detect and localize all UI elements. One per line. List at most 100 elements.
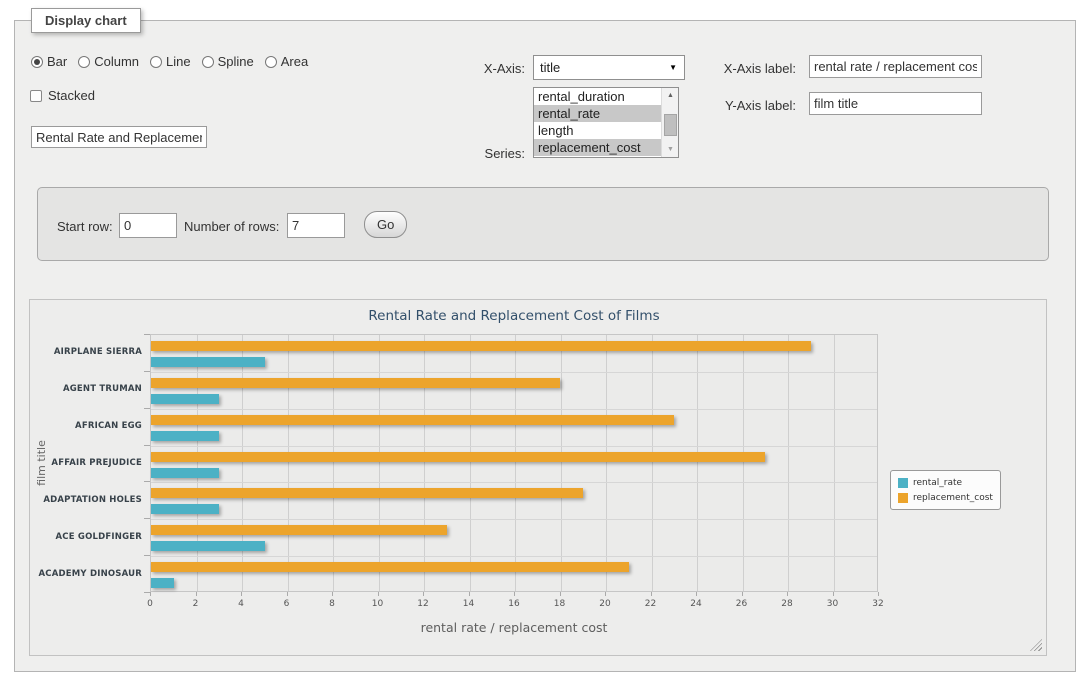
category-label: AGENT TRUMAN bbox=[30, 371, 142, 408]
bar-replacement_cost[interactable] bbox=[151, 488, 583, 498]
y-axis-tick bbox=[144, 334, 150, 335]
bar-rental_rate[interactable] bbox=[151, 541, 265, 551]
x-axis-label-field-label: X-Axis label: bbox=[675, 61, 796, 76]
radio-label: Bar bbox=[47, 54, 67, 69]
bar-rental_rate[interactable] bbox=[151, 504, 219, 514]
fieldset-legend: Display chart bbox=[31, 8, 141, 33]
bar-replacement_cost[interactable] bbox=[151, 525, 447, 535]
stacked-checkbox[interactable] bbox=[30, 90, 42, 102]
chart-title-input[interactable] bbox=[31, 126, 207, 148]
x-tick-label: 24 bbox=[681, 599, 711, 609]
chart-container: Rental Rate and Replacement Cost of Film… bbox=[29, 299, 1047, 656]
bar-rental_rate[interactable] bbox=[151, 468, 219, 478]
y-axis-tick bbox=[144, 371, 150, 372]
stacked-checkbox-row[interactable]: Stacked bbox=[30, 88, 95, 103]
gridline bbox=[424, 335, 425, 591]
gridline bbox=[470, 335, 471, 591]
x-axis-title: rental rate / replacement cost bbox=[150, 620, 878, 635]
x-axis-tick bbox=[696, 592, 697, 596]
chart-type-radio-column[interactable]: Column bbox=[78, 54, 139, 69]
x-axis-tick bbox=[150, 592, 151, 596]
bar-rental_rate[interactable] bbox=[151, 431, 219, 441]
gridline bbox=[697, 335, 698, 591]
gridline bbox=[333, 335, 334, 591]
x-axis-tick bbox=[560, 592, 561, 596]
chart-type-radio-group: Bar Column Line Spline Area bbox=[31, 54, 319, 69]
gridline bbox=[151, 556, 877, 557]
x-axis-tick bbox=[423, 592, 424, 596]
x-tick-label: 20 bbox=[590, 599, 620, 609]
category-label: AFRICAN EGG bbox=[30, 408, 142, 445]
bar-replacement_cost[interactable] bbox=[151, 415, 674, 425]
bar-rental_rate[interactable] bbox=[151, 357, 265, 367]
category-label: ACE GOLDFINGER bbox=[30, 518, 142, 555]
x-tick-label: 28 bbox=[772, 599, 802, 609]
x-axis-tick bbox=[833, 592, 834, 596]
x-axis-select[interactable]: title ▼ bbox=[533, 55, 685, 80]
radio-icon[interactable] bbox=[31, 56, 43, 68]
start-row-label: Start row: bbox=[57, 219, 113, 234]
series-listbox[interactable]: rental_durationrental_ratelengthreplacem… bbox=[533, 87, 679, 158]
x-tick-label: 18 bbox=[545, 599, 575, 609]
number-of-rows-input[interactable] bbox=[287, 213, 345, 238]
stacked-label: Stacked bbox=[48, 88, 95, 103]
category-label: AFFAIR PREJUDICE bbox=[30, 445, 142, 482]
chart-type-radio-area[interactable]: Area bbox=[265, 54, 308, 69]
x-tick-label: 2 bbox=[181, 599, 211, 609]
bar-rental_rate[interactable] bbox=[151, 578, 174, 588]
radio-icon[interactable] bbox=[150, 56, 162, 68]
x-axis-tick bbox=[787, 592, 788, 596]
y-axis-label-input[interactable] bbox=[809, 92, 982, 115]
legend-item-rental_rate[interactable]: rental_rate bbox=[898, 475, 993, 490]
bar-replacement_cost[interactable] bbox=[151, 378, 560, 388]
x-tick-label: 32 bbox=[863, 599, 893, 609]
x-tick-label: 4 bbox=[226, 599, 256, 609]
chart-legend: rental_ratereplacement_cost bbox=[890, 470, 1001, 510]
radio-icon[interactable] bbox=[265, 56, 277, 68]
x-tick-label: 30 bbox=[818, 599, 848, 609]
y-axis-tick bbox=[144, 445, 150, 446]
gridline bbox=[788, 335, 789, 591]
x-axis-label-input[interactable] bbox=[809, 55, 982, 78]
y-axis-tick bbox=[144, 408, 150, 409]
y-axis-tick bbox=[144, 555, 150, 556]
chart-type-radio-bar[interactable]: Bar bbox=[31, 54, 67, 69]
radio-icon[interactable] bbox=[78, 56, 90, 68]
row-range-panel: Start row: Number of rows: Go bbox=[37, 187, 1049, 261]
series-option-rental_duration[interactable]: rental_duration bbox=[534, 88, 661, 105]
bar-replacement_cost[interactable] bbox=[151, 562, 629, 572]
radio-label: Line bbox=[166, 54, 191, 69]
series-option-rental_rate[interactable]: rental_rate bbox=[534, 105, 661, 122]
bar-replacement_cost[interactable] bbox=[151, 341, 811, 351]
chart-type-radio-spline[interactable]: Spline bbox=[202, 54, 254, 69]
bar-replacement_cost[interactable] bbox=[151, 452, 765, 462]
scrollbar-thumb[interactable] bbox=[664, 114, 677, 136]
chart-title: Rental Rate and Replacement Cost of Film… bbox=[150, 308, 878, 324]
gridline bbox=[288, 335, 289, 591]
x-axis-select-label: X-Axis: bbox=[415, 61, 525, 76]
series-option-replacement_cost[interactable]: replacement_cost bbox=[534, 139, 661, 156]
x-axis-tick bbox=[196, 592, 197, 596]
gridline bbox=[652, 335, 653, 591]
category-label: ADAPTATION HOLES bbox=[30, 481, 142, 518]
y-axis-tick bbox=[144, 518, 150, 519]
x-tick-label: 26 bbox=[727, 599, 757, 609]
scroll-down-icon[interactable]: ▼ bbox=[662, 142, 679, 157]
x-axis-tick bbox=[241, 592, 242, 596]
start-row-input[interactable] bbox=[119, 213, 177, 238]
x-axis-tick bbox=[742, 592, 743, 596]
resize-handle-icon[interactable] bbox=[1030, 639, 1042, 651]
gridline bbox=[151, 409, 877, 410]
x-axis-tick bbox=[651, 592, 652, 596]
chart-plot-area bbox=[150, 334, 878, 592]
chart-type-radio-line[interactable]: Line bbox=[150, 54, 191, 69]
bar-rental_rate[interactable] bbox=[151, 394, 219, 404]
radio-icon[interactable] bbox=[202, 56, 214, 68]
y-axis-label-field-label: Y-Axis label: bbox=[675, 98, 796, 113]
go-button[interactable]: Go bbox=[364, 211, 407, 238]
radio-label: Column bbox=[94, 54, 139, 69]
legend-item-replacement_cost[interactable]: replacement_cost bbox=[898, 490, 993, 505]
series-option-length[interactable]: length bbox=[534, 122, 661, 139]
gridline bbox=[151, 519, 877, 520]
x-tick-label: 16 bbox=[499, 599, 529, 609]
